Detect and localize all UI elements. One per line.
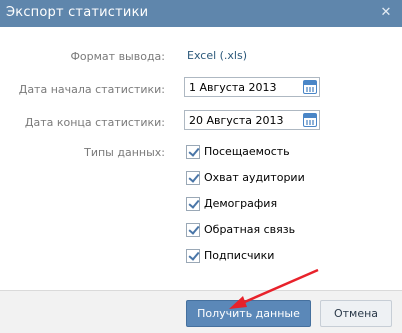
annotation-arrow-icon (229, 268, 319, 309)
